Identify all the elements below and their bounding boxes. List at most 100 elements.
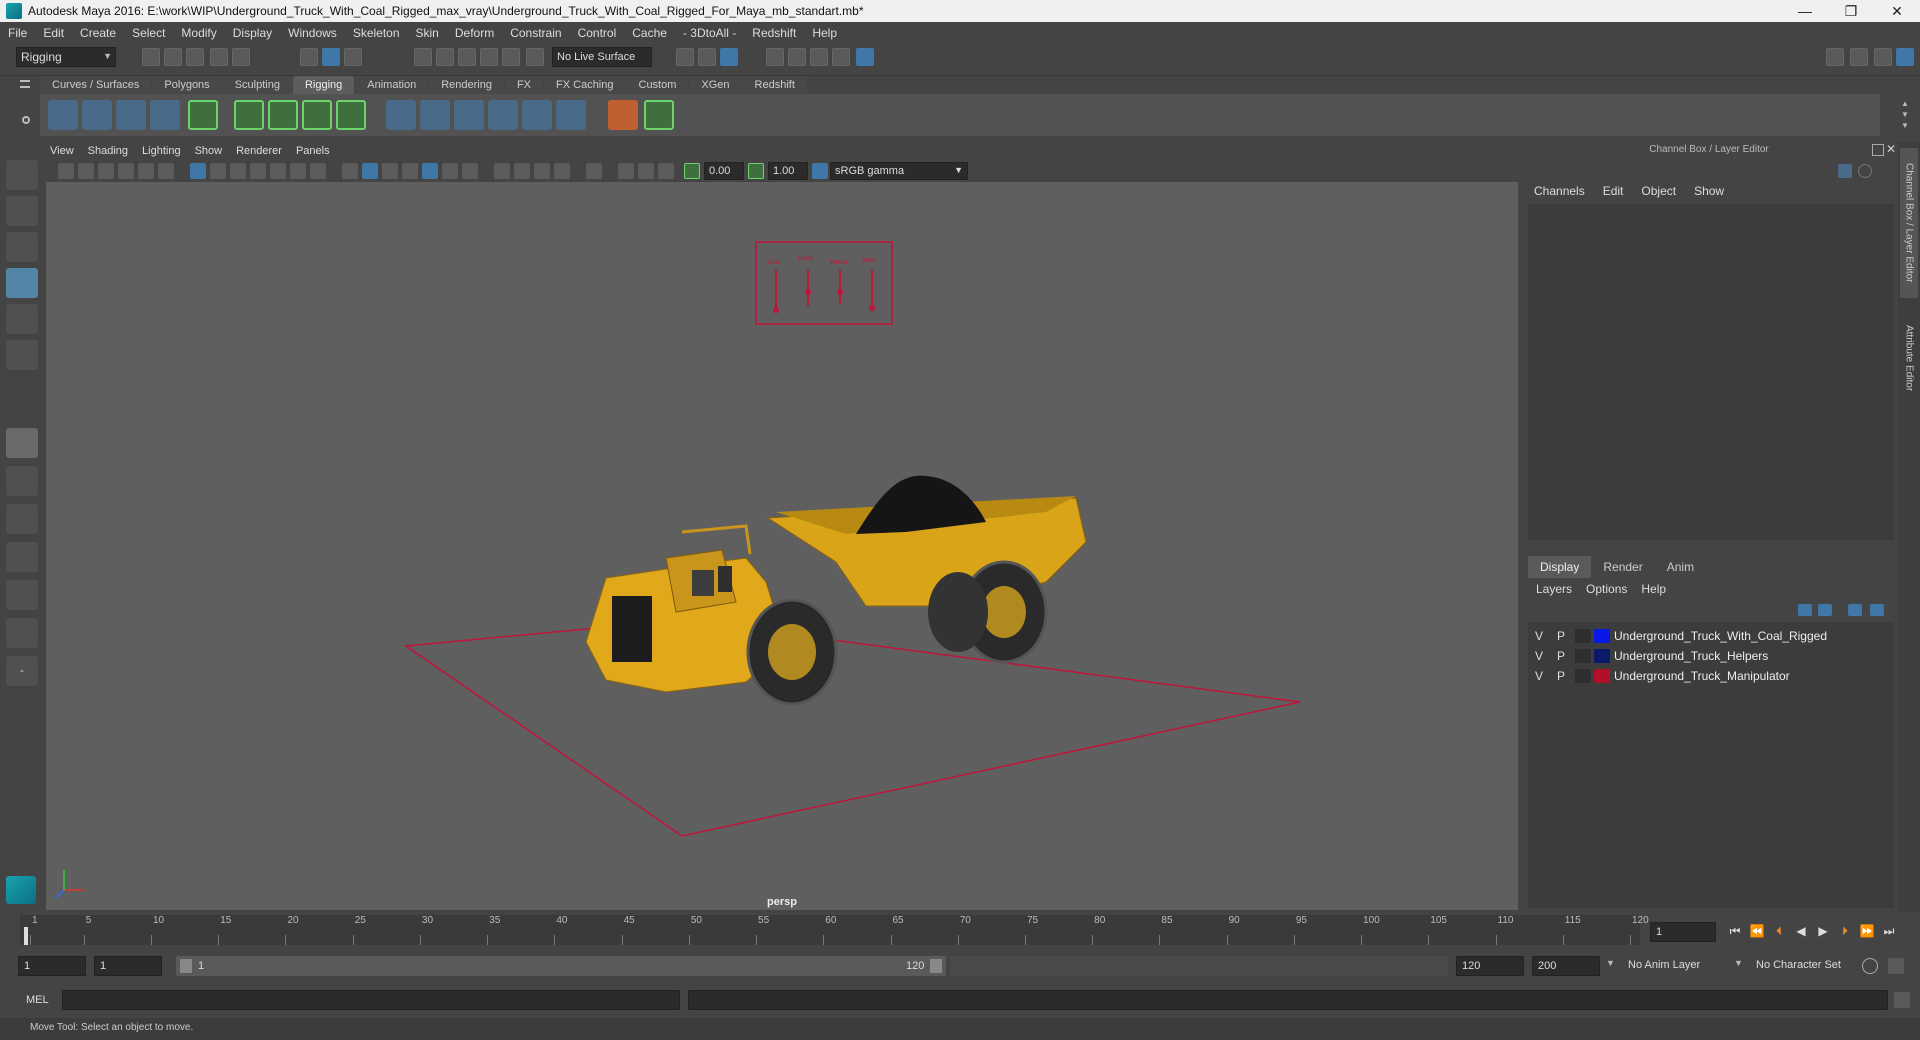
select-camera-icon[interactable] — [58, 163, 74, 179]
layer-menu-options[interactable]: Options — [1586, 582, 1627, 596]
auto-key-icon[interactable] — [1862, 958, 1878, 974]
truck-manipulator-ground[interactable] — [403, 619, 1301, 837]
channel-box-toggle-icon[interactable] — [1896, 48, 1914, 66]
wireframe-on-shaded-icon[interactable] — [382, 163, 398, 179]
hik-icon[interactable] — [644, 100, 674, 130]
new-scene-icon[interactable] — [142, 48, 160, 66]
open-scene-icon[interactable] — [164, 48, 182, 66]
layer-row[interactable]: V P Underground_Truck_Manipulator — [1528, 666, 1894, 686]
textured-icon[interactable] — [422, 163, 438, 179]
underground-truck-model[interactable] — [585, 475, 1087, 706]
layer-display-type-toggle[interactable] — [1575, 649, 1591, 663]
viewport-menu-panels[interactable]: Panels — [296, 145, 330, 157]
side-tab-attribute-editor[interactable]: Attribute Editor — [1900, 308, 1918, 408]
command-input[interactable] — [62, 990, 680, 1010]
mirror-joint-icon[interactable] — [150, 100, 180, 130]
wireframe-icon[interactable] — [342, 163, 358, 179]
safe-action-icon[interactable] — [290, 163, 306, 179]
grid-toggle-icon[interactable] — [190, 163, 206, 179]
float-panel-icon[interactable] — [1872, 144, 1884, 156]
layer-playback-toggle[interactable]: P — [1550, 629, 1572, 643]
time-slider[interactable]: 1 5 10 15 20 25 30 35 40 45 50 55 60 65 70 75 80 85 90 95 10… — [20, 915, 1649, 945]
menu-display[interactable]: Display — [233, 26, 272, 40]
close-button[interactable]: ✕ — [1874, 0, 1920, 22]
2d-pan-zoom-icon[interactable] — [138, 163, 154, 179]
shelf-menu-icon[interactable] — [20, 80, 30, 88]
viewport-menu-renderer[interactable]: Renderer — [236, 145, 282, 157]
play-forwards-icon[interactable]: ▶ — [1814, 924, 1832, 938]
menu-create[interactable]: Create — [80, 26, 116, 40]
animation-preferences-icon[interactable] — [1888, 958, 1904, 974]
move-layer-down-icon[interactable] — [1818, 604, 1832, 616]
hypershade-icon[interactable] — [788, 48, 806, 66]
tab-custom[interactable]: Custom — [626, 76, 689, 94]
shelf-settings-icon[interactable] — [22, 116, 30, 124]
modeling-toolkit-icon[interactable] — [1826, 48, 1844, 66]
film-gate-icon[interactable] — [210, 163, 226, 179]
default-material-icon[interactable] — [402, 163, 418, 179]
menu-file[interactable]: File — [8, 26, 27, 40]
more-layouts-icon[interactable]: - — [6, 656, 38, 686]
rig-control-panel[interactable] — [755, 241, 893, 325]
menu-help[interactable]: Help — [812, 26, 837, 40]
layer-visibility-toggle[interactable]: V — [1528, 629, 1550, 643]
menu-cache[interactable]: Cache — [632, 26, 667, 40]
xray-icon[interactable] — [618, 163, 634, 179]
single-perspective-layout-icon[interactable] — [6, 428, 38, 458]
shelf-scroll-arrows-icon[interactable]: ▲ ▼ ▼ — [1900, 98, 1910, 132]
menu-edit[interactable]: Edit — [43, 26, 64, 40]
smooth-shade-icon[interactable] — [362, 163, 378, 179]
field-chart-icon[interactable] — [270, 163, 286, 179]
paint-select-tool-icon[interactable] — [6, 232, 38, 262]
cluster-icon[interactable] — [268, 100, 298, 130]
channel-box-menu-show[interactable]: Show — [1694, 184, 1724, 198]
exposure-icon[interactable] — [684, 163, 700, 179]
layer-color-swatch[interactable] — [1594, 629, 1610, 643]
layer-display-type-toggle[interactable] — [1575, 629, 1591, 643]
motion-blur-icon[interactable] — [514, 163, 530, 179]
menu-skeleton[interactable]: Skeleton — [353, 26, 400, 40]
ik-spline-icon[interactable] — [116, 100, 146, 130]
gamma-field[interactable]: 1.00 — [768, 162, 808, 180]
attribute-editor-toggle-icon[interactable] — [1850, 48, 1868, 66]
layer-menu-layers[interactable]: Layers — [1536, 582, 1572, 596]
snap-grid-icon[interactable] — [414, 48, 432, 66]
select-by-component-icon[interactable] — [344, 48, 362, 66]
range-end-handle[interactable] — [930, 959, 942, 973]
menu-3dtoall[interactable]: - 3DtoAll - — [683, 26, 736, 40]
four-view-layout-icon[interactable] — [6, 466, 38, 496]
layer-visibility-toggle[interactable]: V — [1528, 669, 1550, 683]
persp-outliner-layout-icon[interactable] — [6, 580, 38, 610]
undo-icon[interactable] — [210, 48, 228, 66]
step-back-icon[interactable]: ⏪ — [1748, 924, 1766, 938]
render-region-icon[interactable] — [676, 48, 694, 66]
menu-select[interactable]: Select — [132, 26, 165, 40]
new-empty-layer-icon[interactable] — [1848, 604, 1862, 616]
redo-icon[interactable] — [232, 48, 250, 66]
layer-color-swatch[interactable] — [1594, 669, 1610, 683]
render-settings-icon[interactable] — [766, 48, 784, 66]
live-surface-field[interactable]: No Live Surface — [552, 47, 652, 67]
layer-visibility-toggle[interactable]: V — [1528, 649, 1550, 663]
screen-space-ao-icon[interactable] — [494, 163, 510, 179]
channel-box-menu-edit[interactable]: Edit — [1603, 184, 1624, 198]
side-tab-channel-box[interactable]: Channel Box / Layer Editor — [1900, 148, 1918, 298]
color-management-icon[interactable] — [812, 163, 828, 179]
view-transform-select[interactable]: sRGB gamma ▼ — [830, 162, 968, 180]
viewport-menu-lighting[interactable]: Lighting — [142, 145, 181, 157]
use-all-lights-icon[interactable] — [442, 163, 458, 179]
snap-point-icon[interactable] — [458, 48, 476, 66]
bookmark-icon[interactable] — [98, 163, 114, 179]
command-language-label[interactable]: MEL — [26, 994, 49, 1006]
minimize-button[interactable]: — — [1782, 0, 1828, 22]
lattice-icon[interactable] — [234, 100, 264, 130]
menu-control[interactable]: Control — [578, 26, 617, 40]
character-set-select[interactable]: No Character Set — [1750, 956, 1872, 976]
depth-of-field-icon[interactable] — [554, 163, 570, 179]
persp-hypershade-layout-icon[interactable] — [6, 618, 38, 648]
tab-xgen[interactable]: XGen — [689, 76, 742, 94]
tab-anim[interactable]: Anim — [1655, 556, 1706, 578]
menu-modify[interactable]: Modify — [181, 26, 216, 40]
tab-sculpting[interactable]: Sculpting — [222, 76, 292, 94]
go-to-end-icon[interactable]: ⏭ — [1880, 924, 1898, 938]
